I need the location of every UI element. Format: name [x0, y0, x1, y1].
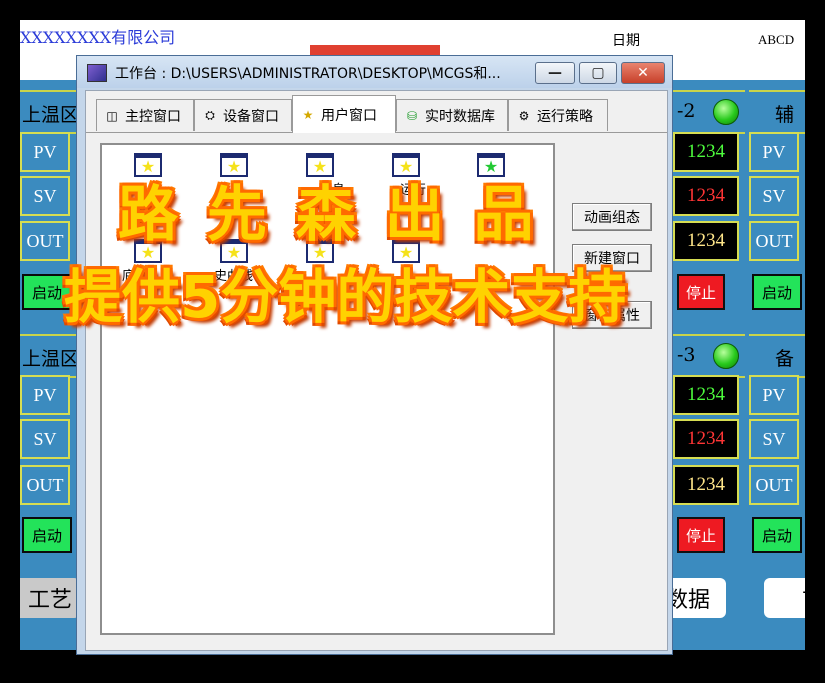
sv-value: 1234 — [673, 419, 739, 459]
zone-header-left-bottom: 上温区 — [20, 334, 80, 378]
watermark-line-1: 路 先 森 出 品 — [118, 180, 538, 250]
pv-label: PV — [20, 375, 70, 415]
tab-device-window[interactable]: ⛭ 设备窗口 — [194, 99, 292, 131]
pv-value: 1234 — [673, 132, 739, 172]
sv-value: 1234 — [673, 176, 739, 216]
status-led-icon — [713, 99, 739, 125]
close-button[interactable]: ✕ — [621, 62, 665, 84]
main-window-icon: ◫ — [106, 108, 118, 123]
out-value: 1234 — [673, 465, 739, 505]
animation-config-button[interactable]: 动画组态 — [572, 203, 652, 231]
sv-label: SV — [749, 176, 799, 216]
tab-label: 设备窗口 — [223, 108, 279, 125]
company-name: XXXXXXXX有限公司 — [20, 28, 176, 47]
date-value: ABCD — [758, 32, 795, 47]
title-bar[interactable]: 工作台 : D:\USERS\ADMINISTRATOR\DESKTOP\MCG… — [77, 56, 672, 88]
zone-label: -2 — [677, 100, 696, 122]
strategy-icon: ⚙ — [518, 108, 530, 123]
tab-label: 用户窗口 — [321, 107, 377, 124]
zone-label: -3 — [677, 344, 696, 366]
sv-label: SV — [20, 176, 70, 216]
pv-label: PV — [749, 132, 799, 172]
maximize-icon: ▢ — [591, 65, 605, 81]
zone-header-left-top: 上温区 — [20, 90, 80, 134]
watermark-line-2: 提供5分钟的技术支持 — [64, 263, 627, 331]
minimize-icon: — — [548, 65, 562, 81]
app-icon — [87, 64, 107, 82]
start-button[interactable]: 启动 — [22, 517, 72, 553]
stop-button[interactable]: 停止 — [677, 517, 725, 553]
out-value: 1234 — [673, 221, 739, 261]
close-icon: ✕ — [637, 65, 649, 81]
start-button[interactable]: 启动 — [752, 274, 802, 310]
status-led-icon — [713, 343, 739, 369]
maximize-button[interactable]: ▢ — [579, 62, 617, 84]
nav-process-button[interactable]: 工艺 — [20, 578, 80, 618]
tab-strategy[interactable]: ⚙ 运行策略 — [508, 99, 608, 131]
device-window-icon: ⛭ — [205, 108, 215, 122]
tab-main-window[interactable]: ◫ 主控窗口 — [96, 99, 194, 131]
zone-label: 上温区 — [22, 348, 80, 370]
minimize-button[interactable]: — — [535, 62, 575, 84]
zone-header-far-right-bottom: 备用 — [749, 334, 805, 397]
stop-button[interactable]: 停止 — [677, 274, 725, 310]
zone-header-right-bottom: -3 — [673, 334, 745, 378]
sv-label: SV — [749, 419, 799, 459]
out-label: OUT — [20, 221, 70, 261]
pv-label: PV — [749, 375, 799, 415]
out-label: OUT — [749, 465, 799, 505]
date-label: 日期 — [612, 33, 640, 49]
start-button[interactable]: 启动 — [752, 517, 802, 553]
out-label: OUT — [20, 465, 70, 505]
window-title: 工作台 : D:\USERS\ADMINISTRATOR\DESKTOP\MCG… — [115, 66, 501, 82]
workbench-window: 工作台 : D:\USERS\ADMINISTRATOR\DESKTOP\MCG… — [76, 55, 673, 655]
tab-database[interactable]: ⛁ 实时数据库 — [396, 99, 508, 131]
database-icon: ⛁ — [406, 108, 418, 123]
nav-home-button[interactable]: 首 — [764, 578, 805, 618]
pv-value: 1234 — [673, 375, 739, 415]
out-label: OUT — [749, 221, 799, 261]
user-window-icon: ★ — [302, 107, 314, 122]
tab-label: 主控窗口 — [125, 108, 181, 125]
zone-header-right-top: -2 — [673, 90, 745, 134]
tab-user-window[interactable]: ★ 用户窗口 — [292, 95, 396, 133]
zone-header-far-right-top: 辅热 — [749, 90, 805, 153]
pv-label: PV — [20, 132, 70, 172]
tab-label: 实时数据库 — [425, 108, 495, 125]
zone-label: 上温区 — [22, 104, 80, 126]
tab-label: 运行策略 — [537, 108, 593, 125]
sv-label: SV — [20, 419, 70, 459]
